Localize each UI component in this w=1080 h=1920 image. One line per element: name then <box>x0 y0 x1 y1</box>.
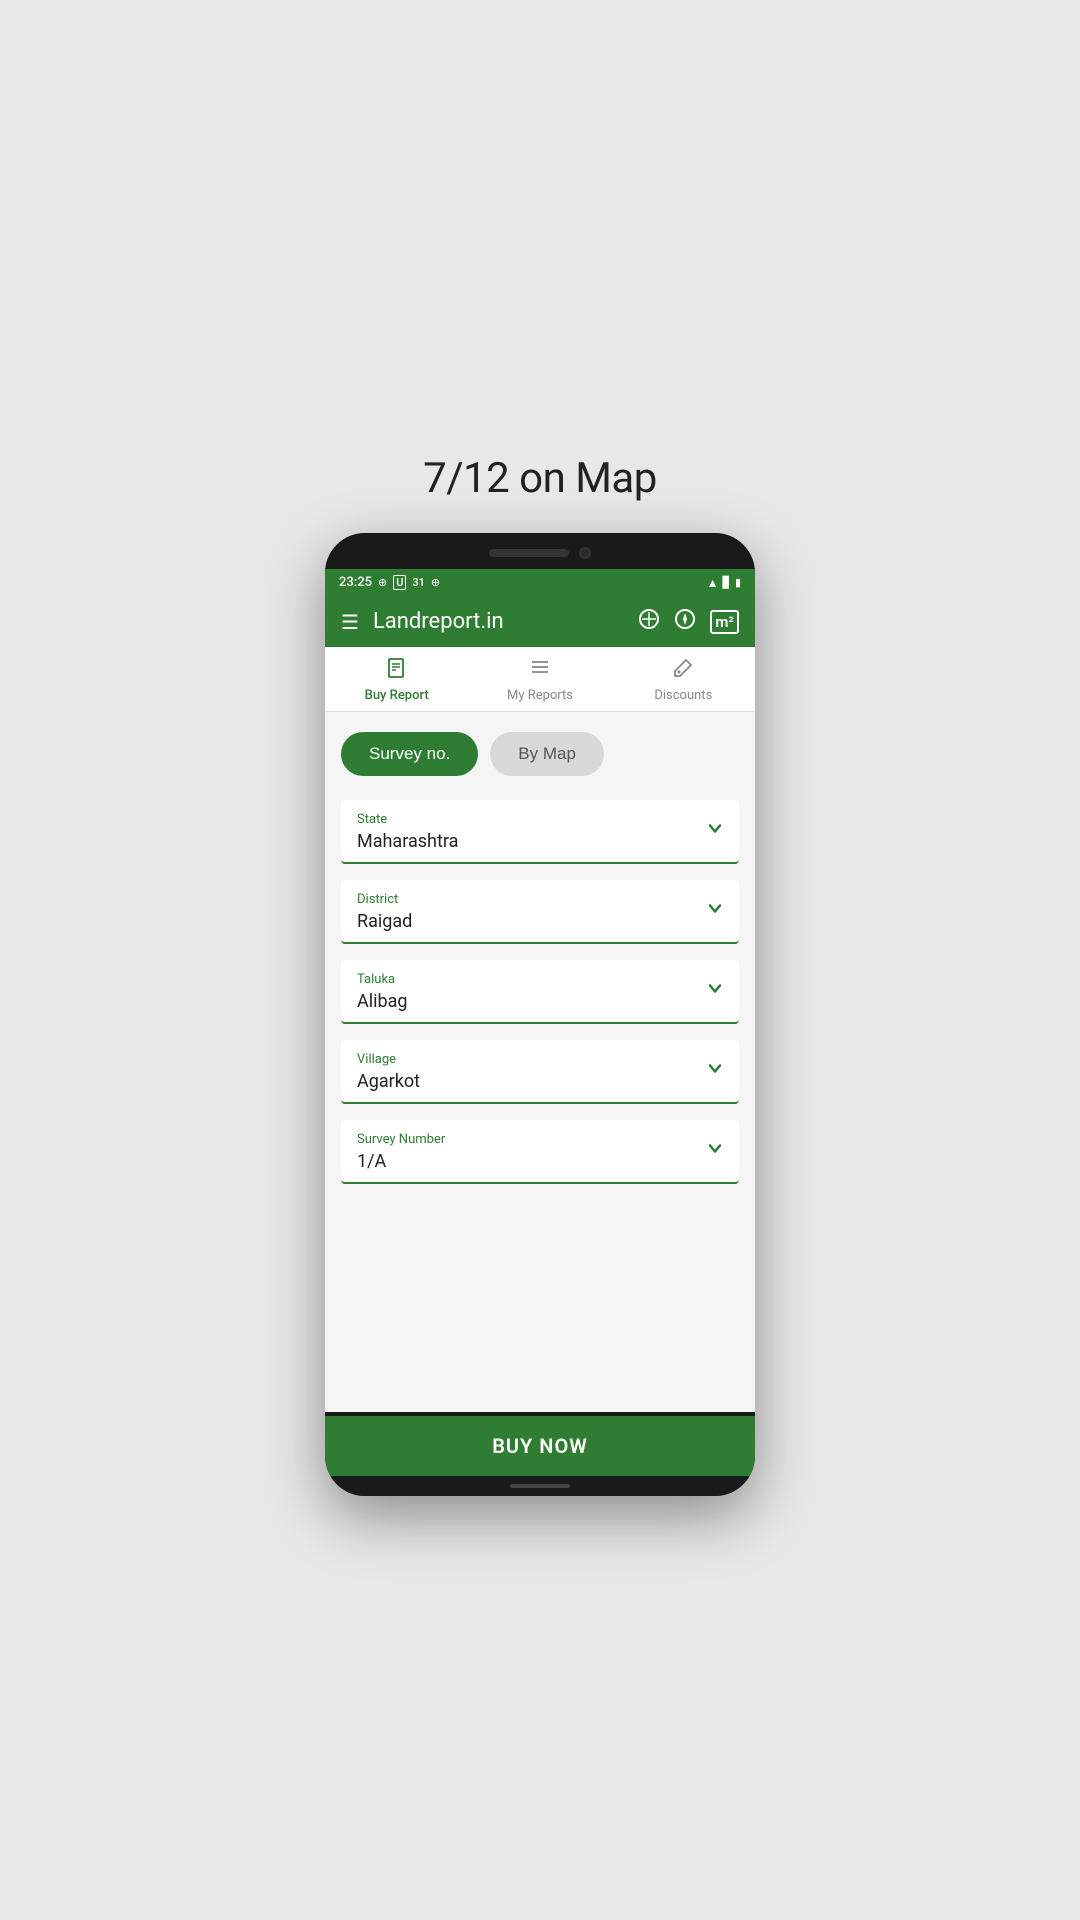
buy-now-button[interactable]: BUY NOW <box>325 1416 755 1476</box>
state-label: State <box>357 812 723 827</box>
discounts-icon <box>672 657 694 684</box>
tab-discounts[interactable]: Discounts <box>612 647 755 711</box>
header-left: ☰ Landreport.in <box>341 609 504 634</box>
tab-my-reports-label: My Reports <box>507 688 573 703</box>
phone-top-bar <box>325 533 755 569</box>
status-bar: 23:25 ⊕ U 31 ⊕ ▲ ▊ ▮ <box>325 569 755 596</box>
status-right: ▲ ▊ ▮ <box>707 576 741 590</box>
buy-report-icon <box>386 657 408 684</box>
u-icon: U <box>393 575 406 590</box>
village-label: Village <box>357 1052 723 1067</box>
status-left: 23:25 ⊕ U 31 ⊕ <box>339 575 440 590</box>
compass-icon[interactable] <box>674 608 696 635</box>
hamburger-menu[interactable]: ☰ <box>341 610 359 634</box>
home-indicator <box>510 1484 570 1488</box>
page-title: 7/12 on Map <box>423 454 657 503</box>
app-header: ☰ Landreport.in <box>325 596 755 647</box>
main-content: Survey no. By Map State Maharashtra Dist… <box>325 712 755 1412</box>
phone-frame: 23:25 ⊕ U 31 ⊕ ▲ ▊ ▮ ☰ Landreport.in <box>325 533 755 1496</box>
district-field[interactable]: District Raigad <box>341 880 739 944</box>
survey-number-label: Survey Number <box>357 1132 723 1147</box>
header-icons: m² <box>638 608 739 635</box>
tab-buy-report[interactable]: Buy Report <box>325 647 468 711</box>
tab-buy-report-label: Buy Report <box>365 688 429 703</box>
district-value: Raigad <box>357 911 723 932</box>
taluka-value: Alibag <box>357 991 723 1012</box>
taluka-chevron <box>707 981 723 1002</box>
phone-camera <box>579 547 591 559</box>
w-icon: ⊕ <box>431 576 440 589</box>
village-field[interactable]: Village Agarkot <box>341 1040 739 1104</box>
map-icon[interactable]: m² <box>710 610 739 634</box>
signal-icon: ▊ <box>722 576 730 589</box>
survey-number-value: 1/A <box>357 1151 723 1172</box>
battery-icon: ▮ <box>735 576 741 589</box>
survey-number-chevron <box>707 1141 723 1162</box>
toggle-row: Survey no. By Map <box>341 732 739 776</box>
tab-my-reports[interactable]: My Reports <box>468 647 611 711</box>
village-chevron <box>707 1061 723 1082</box>
time-display: 23:25 <box>339 575 372 590</box>
survey-no-button[interactable]: Survey no. <box>341 732 478 776</box>
village-value: Agarkot <box>357 1071 723 1092</box>
state-chevron <box>707 821 723 842</box>
tab-bar: Buy Report My Reports <box>325 647 755 712</box>
measure-icon[interactable] <box>638 608 660 635</box>
taluka-field[interactable]: Taluka Alibag <box>341 960 739 1024</box>
taluka-label: Taluka <box>357 972 723 987</box>
calendar-icon: 31 <box>412 576 425 589</box>
phone-bottom-bar <box>325 1476 755 1496</box>
app-title: Landreport.in <box>373 609 504 634</box>
district-label: District <box>357 892 723 907</box>
my-reports-icon <box>529 657 551 684</box>
tab-discounts-label: Discounts <box>654 688 712 703</box>
state-value: Maharashtra <box>357 831 723 852</box>
district-chevron <box>707 901 723 922</box>
notification-icon: ⊕ <box>378 576 387 589</box>
state-field[interactable]: State Maharashtra <box>341 800 739 864</box>
wifi-icon: ▲ <box>707 576 719 590</box>
survey-number-field[interactable]: Survey Number 1/A <box>341 1120 739 1184</box>
phone-speaker <box>489 549 569 557</box>
by-map-button[interactable]: By Map <box>490 732 604 776</box>
